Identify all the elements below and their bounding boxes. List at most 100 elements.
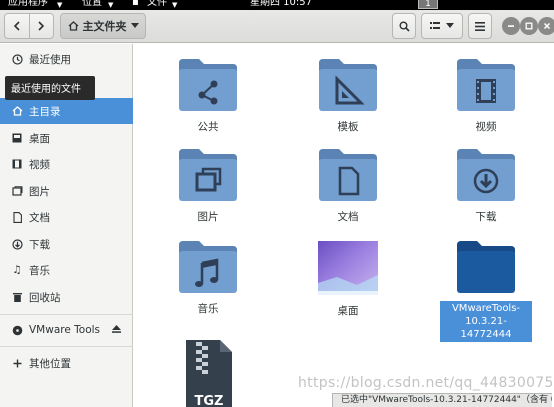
desktop-icon (11, 133, 23, 143)
tgz-badge: TGZ (195, 394, 224, 407)
sidebar-item-documents[interactable]: 文档 (0, 204, 133, 230)
maximize-icon (525, 22, 533, 30)
workspace-indicator[interactable]: 1 (418, 0, 438, 9)
apps-menu-arrow-icon: ▼ (57, 1, 63, 9)
view-mode-button[interactable] (421, 13, 463, 39)
picture-folder-icon (179, 149, 237, 201)
file-view: 公共 模板 视频 图片 文档 下载 音乐 桌面 VMwareTools-10.3… (134, 44, 554, 407)
sidebar-item-label: VMware Tools (29, 324, 101, 336)
minimize-icon (508, 25, 514, 27)
chevron-left-icon (13, 21, 20, 31)
sidebar-item-label: 其他位置 (29, 357, 71, 370)
folder-templates[interactable]: 模板 (298, 57, 398, 134)
folder-music[interactable]: 音乐 (158, 239, 258, 316)
sidebar-item-vmware-tools[interactable]: VMware Tools (0, 317, 133, 343)
folder-public[interactable]: 公共 (158, 57, 258, 134)
folder-videos[interactable]: 视频 (436, 57, 536, 134)
chevron-down-icon (446, 23, 454, 28)
maximize-button[interactable] (520, 17, 538, 35)
plus-icon (11, 359, 23, 368)
music-folder-icon (179, 241, 237, 293)
file-label: 公共 (197, 121, 219, 133)
back-button[interactable] (5, 14, 30, 38)
sidebar-item-recent[interactable]: 最近使用 (0, 46, 133, 72)
apps-menu[interactable]: 应用程序 (8, 0, 48, 9)
tgz-archive-icon: TGZ (186, 340, 232, 407)
file-label: 音乐 (197, 303, 219, 315)
sidebar-item-trash[interactable]: 回收站 (0, 284, 133, 310)
forward-button[interactable] (30, 14, 54, 38)
menu-button[interactable] (468, 13, 492, 39)
close-button[interactable] (538, 17, 554, 35)
watermark: https://blog.csdn.net/qq_44830075 (298, 375, 554, 391)
folder-desktop[interactable]: 桌面 (298, 239, 398, 318)
search-button[interactable] (392, 13, 416, 39)
close-icon (543, 22, 551, 30)
sidebar-item-pictures[interactable]: 图片 (0, 178, 133, 204)
video-icon (11, 159, 23, 169)
file-label: 视频 (475, 121, 497, 133)
clock-icon (11, 53, 23, 65)
file-label: 模板 (337, 121, 359, 133)
file-label: VMwareTools-10.3.21-14772444 (440, 301, 532, 342)
folder-pictures[interactable]: 图片 (158, 147, 258, 224)
video-folder-icon (457, 59, 515, 111)
places-menu[interactable]: 位置 (82, 0, 102, 9)
download-folder-icon (457, 149, 515, 201)
template-folder-icon (319, 59, 377, 111)
sidebar-separator (0, 346, 133, 347)
nav-buttons (4, 13, 54, 39)
file-tgz-archive[interactable]: TGZ (158, 340, 258, 407)
path-bar-label: 主文件夹 (82, 20, 127, 33)
files-menu-arrow-icon: ▼ (172, 1, 178, 9)
sidebar-item-label: 音乐 (29, 264, 50, 277)
sidebar-item-label: 桌面 (29, 132, 50, 145)
chevron-down-icon (130, 23, 139, 28)
file-label: 文档 (337, 211, 359, 223)
eject-icon[interactable] (112, 324, 121, 336)
files-menu-icon: ▪ (132, 0, 139, 8)
file-label: 图片 (197, 211, 219, 223)
document-folder-icon (319, 149, 377, 201)
share-folder-icon (179, 59, 237, 111)
desktop-folder-icon (318, 241, 378, 295)
status-bar: 已选中"VMwareTools-10.3.21-14772444"（含有 0 项… (332, 393, 552, 407)
clock[interactable]: 星期四 10:57 (250, 0, 312, 9)
sidebar-item-label: 下载 (29, 238, 50, 251)
places-menu-arrow-icon: ▼ (108, 1, 114, 9)
sidebar-separator (0, 314, 133, 315)
home-icon (11, 106, 23, 116)
folder-vmware-tools-selected[interactable]: VMwareTools-10.3.21-14772444 (436, 239, 536, 342)
document-icon (11, 211, 23, 223)
sidebar-item-label: 回收站 (29, 291, 61, 304)
tooltip: 最近使用的文件 (5, 76, 95, 100)
picture-icon (11, 186, 23, 196)
chevron-right-icon (38, 21, 45, 31)
file-label: 桌面 (337, 305, 359, 317)
file-label: 下载 (475, 211, 497, 223)
sidebar-item-label: 视频 (29, 158, 50, 171)
files-menu[interactable]: 文件 (147, 0, 167, 9)
sidebar-item-downloads[interactable]: 下载 (0, 231, 133, 257)
sidebar-item-home[interactable]: 主目录 (0, 98, 133, 124)
folder-downloads[interactable]: 下载 (436, 147, 536, 224)
search-icon (399, 21, 410, 32)
home-icon (68, 21, 78, 31)
trash-icon (11, 292, 23, 302)
sidebar-item-videos[interactable]: 视频 (0, 151, 133, 177)
sidebar-item-music[interactable]: ♫ 音乐 (0, 257, 133, 283)
music-icon: ♫ (12, 264, 22, 276)
disc-icon (11, 325, 23, 336)
sidebar-item-label: 主目录 (29, 105, 61, 118)
folder-icon (457, 241, 515, 293)
download-icon (11, 238, 23, 250)
list-view-icon (430, 22, 440, 29)
path-bar-home-button[interactable]: 主文件夹 (60, 13, 146, 39)
sidebar-item-label: 最近使用 (29, 53, 71, 66)
minimize-button[interactable] (502, 17, 520, 35)
sidebar-item-label: 文档 (29, 211, 50, 224)
sidebar-item-other-locations[interactable]: 其他位置 (0, 350, 133, 376)
folder-documents[interactable]: 文档 (298, 147, 398, 224)
sidebar-item-desktop[interactable]: 桌面 (0, 125, 133, 151)
top-bar: 应用程序 ▼ 位置 ▼ ▪ 文件 ▼ 星期四 10:57 1 (0, 0, 554, 10)
